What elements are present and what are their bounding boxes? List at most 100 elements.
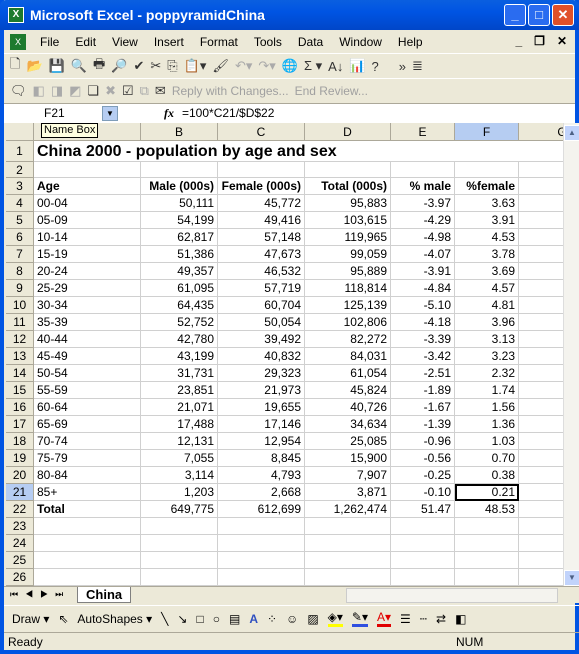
cell[interactable]	[141, 535, 218, 552]
row-header[interactable]: 1	[6, 141, 34, 162]
help-icon[interactable]: ?	[372, 59, 379, 74]
cell[interactable]	[519, 518, 563, 535]
cell[interactable]	[391, 162, 455, 178]
cell[interactable]: -0.56	[391, 450, 455, 467]
draw-menu-button[interactable]: Draw ▾	[12, 612, 49, 626]
cell[interactable]: 3.13	[455, 331, 519, 348]
cell[interactable]: 1.36	[455, 416, 519, 433]
cell[interactable]: 35-39	[34, 314, 141, 331]
row-header[interactable]: 2	[6, 162, 34, 178]
cell[interactable]	[391, 535, 455, 552]
cell[interactable]: 84,031	[305, 348, 391, 365]
cell[interactable]: 3.63	[455, 195, 519, 212]
row-header[interactable]: 14	[6, 365, 34, 382]
chart-wizard-icon[interactable]: 📊	[349, 58, 365, 74]
cell[interactable]: 10-14	[34, 229, 141, 246]
cell[interactable]: 102,806	[305, 314, 391, 331]
cell[interactable]	[218, 552, 305, 569]
row-header[interactable]: 23	[6, 518, 34, 535]
cell[interactable]: 40,832	[218, 348, 305, 365]
cell[interactable]: 20-24	[34, 263, 141, 280]
cell[interactable]: 49,357	[141, 263, 218, 280]
row-header[interactable]: 20	[6, 467, 34, 484]
cell[interactable]: -4.29	[391, 212, 455, 229]
cell[interactable]	[34, 518, 141, 535]
cell[interactable]: Male (000s)	[141, 178, 218, 195]
cell[interactable]	[519, 348, 563, 365]
cell[interactable]	[305, 535, 391, 552]
cell[interactable]: 50-54	[34, 365, 141, 382]
cell[interactable]	[519, 552, 563, 569]
cell[interactable]	[519, 314, 563, 331]
cell[interactable]: 45,824	[305, 382, 391, 399]
cell[interactable]	[519, 195, 563, 212]
menu-file[interactable]: File	[32, 35, 67, 49]
cell[interactable]: 60-64	[34, 399, 141, 416]
cell[interactable]: 649,775	[141, 501, 218, 518]
cell[interactable]: 55-59	[34, 382, 141, 399]
cell[interactable]: 1.74	[455, 382, 519, 399]
cell[interactable]: 40-44	[34, 331, 141, 348]
cell[interactable]	[34, 552, 141, 569]
cell[interactable]: 64,435	[141, 297, 218, 314]
cell[interactable]: 30-34	[34, 297, 141, 314]
cell[interactable]: 103,615	[305, 212, 391, 229]
menu-data[interactable]: Data	[290, 35, 331, 49]
show-comment-icon[interactable]: ◩	[69, 83, 81, 99]
line-style-icon[interactable]: ☰	[400, 612, 411, 626]
cell[interactable]: 25,085	[305, 433, 391, 450]
spelling-icon[interactable]: ✔	[133, 58, 144, 74]
cell[interactable]: 95,883	[305, 195, 391, 212]
cell[interactable]: Total	[34, 501, 141, 518]
cell[interactable]: 40,726	[305, 399, 391, 416]
update-file-icon[interactable]: ⧉	[140, 83, 149, 99]
cell[interactable]: 15,900	[305, 450, 391, 467]
row-header[interactable]: 22	[6, 501, 34, 518]
cell[interactable]: %female	[455, 178, 519, 195]
cell[interactable]: 4.81	[455, 297, 519, 314]
name-box-dropdown-icon[interactable]: ▼	[102, 106, 118, 121]
cell[interactable]	[218, 141, 305, 162]
cell[interactable]: -3.39	[391, 331, 455, 348]
worksheet-grid[interactable]: ABCDEFG1China 2000 - population by age a…	[6, 123, 563, 586]
next-comment-icon[interactable]: ◨	[51, 83, 63, 99]
cell[interactable]: 12,131	[141, 433, 218, 450]
line-icon[interactable]: ╲	[161, 612, 168, 626]
row-header[interactable]: 13	[6, 348, 34, 365]
autoshapes-menu-button[interactable]: AutoShapes ▾	[77, 612, 152, 626]
undo-icon[interactable]: ↶▾	[235, 58, 252, 74]
open-icon[interactable]: 📂	[26, 58, 42, 74]
cell[interactable]: 17,488	[141, 416, 218, 433]
cell[interactable]	[519, 365, 563, 382]
cell[interactable]: 50,054	[218, 314, 305, 331]
cell[interactable]: 34,634	[305, 416, 391, 433]
cell[interactable]: 21,973	[218, 382, 305, 399]
row-header[interactable]: 17	[6, 416, 34, 433]
cell[interactable]: -0.96	[391, 433, 455, 450]
track-changes-icon[interactable]: ☑	[122, 83, 134, 99]
column-header-b[interactable]: B	[141, 123, 218, 141]
cell[interactable]: -3.42	[391, 348, 455, 365]
cell[interactable]	[455, 518, 519, 535]
cell[interactable]	[519, 331, 563, 348]
row-header[interactable]: 9	[6, 280, 34, 297]
tab-navigation-icons[interactable]: ⏮◀▶⏭	[10, 589, 70, 600]
scroll-up-icon[interactable]: ▲	[564, 125, 579, 141]
maximize-button[interactable]: □	[528, 4, 550, 26]
cell[interactable]	[455, 535, 519, 552]
row-header[interactable]: 7	[6, 246, 34, 263]
arrow-style-icon[interactable]: ⇄	[436, 612, 446, 626]
cell[interactable]	[519, 280, 563, 297]
cell[interactable]: 39,492	[218, 331, 305, 348]
cell[interactable]: 70-74	[34, 433, 141, 450]
cell[interactable]: -0.10	[391, 484, 455, 501]
cell[interactable]	[218, 162, 305, 178]
row-header[interactable]: 8	[6, 263, 34, 280]
cell[interactable]: 25-29	[34, 280, 141, 297]
column-header-f[interactable]: F	[455, 123, 519, 141]
column-header-c[interactable]: C	[218, 123, 305, 141]
new-icon[interactable]: 🗋	[10, 55, 20, 77]
cell[interactable]: -4.84	[391, 280, 455, 297]
menu-help[interactable]: Help	[390, 35, 431, 49]
cell[interactable]: 1.56	[455, 399, 519, 416]
